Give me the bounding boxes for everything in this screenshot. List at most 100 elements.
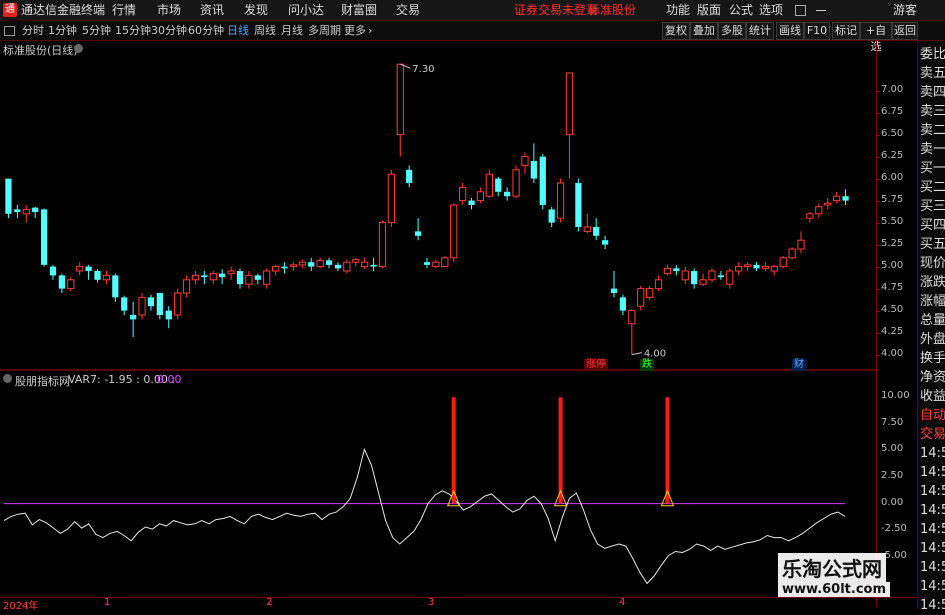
- price-tick-label: 6.00: [881, 171, 904, 183]
- side-quote-label[interactable]: 买一: [920, 159, 945, 178]
- price-tick-label: 5.25: [881, 237, 904, 249]
- menu-item-options[interactable]: 选项: [759, 0, 783, 20]
- layout-toggle-icon[interactable]: [4, 26, 15, 36]
- side-quote-label[interactable]: 14:56: [920, 558, 945, 577]
- side-quote-label[interactable]: 14:56: [920, 501, 945, 520]
- side-quote-label[interactable]: 14:56: [920, 577, 945, 596]
- side-quote-label[interactable]: 涨幅: [920, 292, 945, 311]
- candle-body: [459, 186, 467, 202]
- menu-item-discover[interactable]: 发现: [244, 0, 268, 20]
- candle-body: [450, 204, 458, 259]
- minimize-icon[interactable]: [816, 10, 826, 11]
- side-quote-label[interactable]: 卖四: [920, 83, 945, 102]
- period-daily[interactable]: 日线: [227, 21, 249, 40]
- f10-button[interactable]: F10: [804, 22, 830, 40]
- overlay-button[interactable]: 叠加: [690, 22, 718, 40]
- login-notice[interactable]: 证券交易未登录: [514, 0, 598, 20]
- period-15min[interactable]: 15分钟: [115, 21, 151, 40]
- low-marker-line: [631, 352, 642, 356]
- price-axis: 7.00 6.75 6.50 6.25 6.00 5.75 5.50 5.25 5.00 4.75…: [877, 41, 917, 369]
- candle-body: [130, 315, 137, 320]
- side-quote-label[interactable]: 交易: [920, 425, 945, 444]
- side-quote-label[interactable]: 外盘: [920, 330, 945, 349]
- period-more[interactable]: 更多: [344, 21, 366, 40]
- menu-item-ask[interactable]: 问小达: [288, 0, 324, 20]
- menu-item-news[interactable]: 资讯: [200, 0, 224, 20]
- menu-item-layout[interactable]: 版面: [697, 0, 721, 20]
- candle-body: [654, 279, 663, 290]
- event-finance[interactable]: 财: [792, 359, 806, 371]
- period-monthly[interactable]: 月线: [281, 21, 303, 40]
- side-quote-label[interactable]: 14:56: [920, 463, 945, 482]
- candle-body: [806, 213, 814, 219]
- side-quote-label[interactable]: 现价: [920, 254, 945, 273]
- panel-divider: [0, 369, 876, 371]
- candle-body: [201, 275, 208, 278]
- side-quote-label[interactable]: 卖三: [920, 102, 945, 121]
- multi-stock-button[interactable]: 多股: [718, 22, 746, 40]
- event-limit-up[interactable]: 涨停: [584, 359, 608, 371]
- candle-body: [699, 279, 707, 285]
- candle-body: [387, 173, 395, 224]
- side-quote-label[interactable]: 卖五: [920, 64, 945, 83]
- window-restore-icon[interactable]: [795, 5, 806, 16]
- price-tick-label: 6.75: [881, 105, 904, 117]
- menu-item-wealth[interactable]: 财富圈: [341, 0, 377, 20]
- side-quote-label[interactable]: 卖一: [920, 140, 945, 159]
- side-quote-label[interactable]: 委比: [920, 45, 945, 64]
- menu-item-market[interactable]: 市场: [157, 0, 181, 20]
- menu-item-function[interactable]: 功能: [666, 0, 690, 20]
- side-quote-label[interactable]: 买五: [920, 235, 945, 254]
- period-60min[interactable]: 60分钟: [188, 21, 224, 40]
- period-multi[interactable]: 多周期: [308, 21, 341, 40]
- side-quote-label[interactable]: 买三: [920, 197, 945, 216]
- app-logo-icon: 通: [3, 3, 17, 17]
- add-watchlist-button[interactable]: +自选: [860, 22, 892, 53]
- period-5min[interactable]: 5分钟: [82, 21, 111, 40]
- side-quote-label[interactable]: 14:56: [920, 596, 945, 615]
- period-weekly[interactable]: 周线: [254, 21, 276, 40]
- event-drop[interactable]: 跌: [640, 359, 654, 371]
- indicator-chart[interactable]: [0, 372, 876, 598]
- candle-body: [663, 267, 672, 275]
- menu-item-trade[interactable]: 交易: [396, 0, 420, 20]
- back-button[interactable]: 返回: [892, 22, 918, 40]
- chevron-right-icon[interactable]: ›: [368, 21, 372, 40]
- side-quote-label[interactable]: 14:56: [920, 482, 945, 501]
- side-quote-label[interactable]: 净资: [920, 368, 945, 387]
- period-30min[interactable]: 30分钟: [151, 21, 187, 40]
- candle-body: [726, 270, 734, 285]
- side-quote-label[interactable]: 14:56: [920, 520, 945, 539]
- draw-line-button[interactable]: 画线: [776, 22, 804, 40]
- side-quote-label[interactable]: 收益: [920, 387, 945, 406]
- indicator-tick-label: 7.50: [881, 416, 904, 428]
- side-quote-label[interactable]: 涨跌: [920, 273, 945, 292]
- side-quote-label[interactable]: 自动: [920, 406, 945, 425]
- side-quote-label[interactable]: 总量: [920, 311, 945, 330]
- period-1min[interactable]: 1分钟: [48, 21, 77, 40]
- side-quote-label[interactable]: 换手: [920, 349, 945, 368]
- indicator-tick-label: -2.50: [881, 523, 907, 535]
- side-quote-label[interactable]: 14:56: [920, 444, 945, 463]
- side-quote-label[interactable]: 卖二: [920, 121, 945, 140]
- side-quote-label[interactable]: 买四: [920, 216, 945, 235]
- high-label: 7.30: [412, 64, 434, 75]
- guest-label[interactable]: 游客: [893, 0, 917, 20]
- candle-body: [40, 209, 48, 265]
- side-quote-label[interactable]: 买二: [920, 178, 945, 197]
- period-intraday[interactable]: 分时: [22, 21, 44, 40]
- date-label: 3: [428, 597, 435, 608]
- candle-body: [209, 273, 217, 281]
- mark-button[interactable]: 标记: [832, 22, 860, 40]
- candle-body: [468, 200, 475, 205]
- statistics-button[interactable]: 统计: [746, 22, 774, 40]
- candle-body: [610, 288, 618, 293]
- candle-body: [842, 196, 849, 201]
- menu-item-quotes[interactable]: 行情: [112, 0, 136, 20]
- menu-item-formula[interactable]: 公式: [729, 0, 753, 20]
- adjust-button[interactable]: 复权: [662, 22, 690, 40]
- price-chart[interactable]: 7.30 4.00: [0, 41, 876, 369]
- candle-body: [316, 259, 324, 268]
- side-quote-label[interactable]: 14:56: [920, 539, 945, 558]
- candle-body: [219, 273, 226, 278]
